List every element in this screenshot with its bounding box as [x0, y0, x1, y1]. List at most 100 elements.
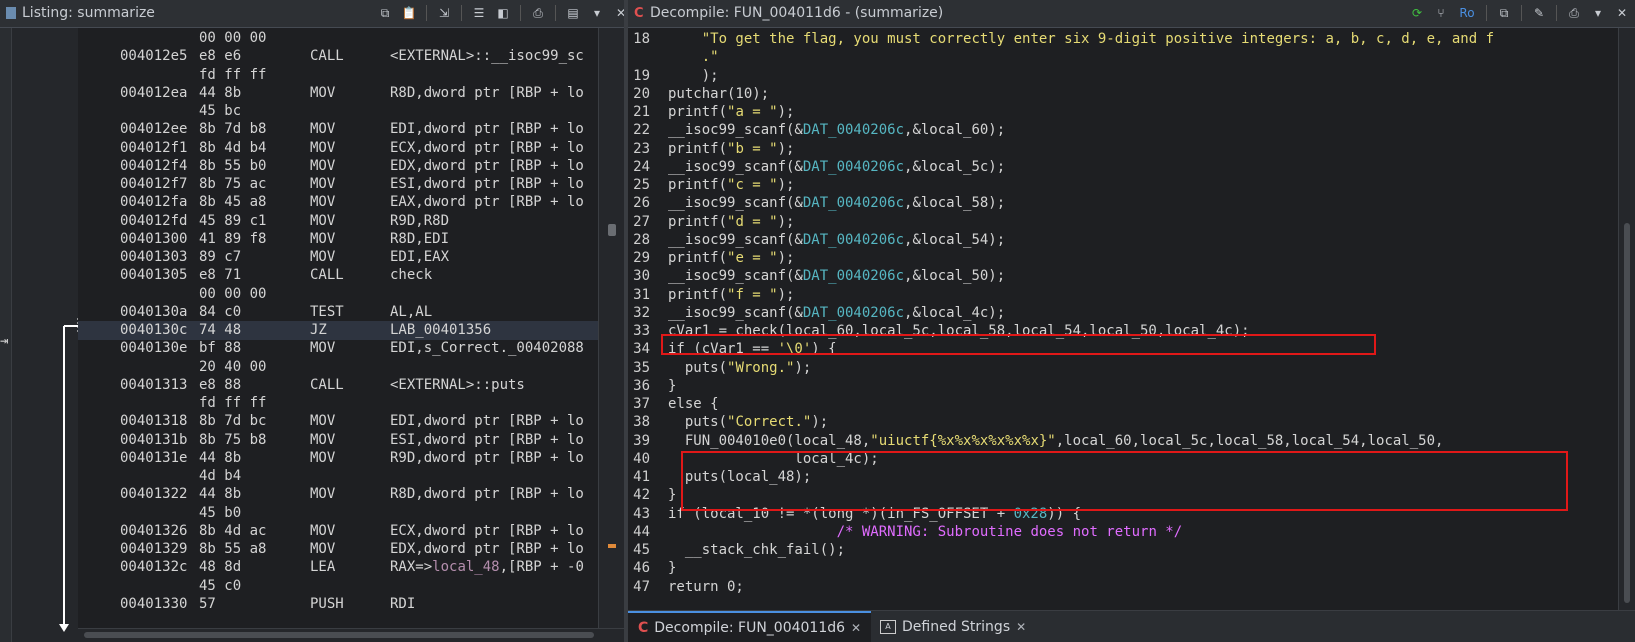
- listing-row[interactable]: 004012f1 8b 4d b4 MOV ECX,dword ptr [RBP + …: [78, 139, 598, 158]
- code-line[interactable]: 40 local_4c);: [628, 450, 1618, 469]
- global-symbol: DAT_0040206c: [802, 195, 905, 212]
- close-icon[interactable]: ✕: [1613, 5, 1631, 21]
- code-line[interactable]: 33 cVar1 = check(local_60,local_5c,local_…: [628, 322, 1618, 341]
- menu-chevron-icon[interactable]: ▾: [588, 5, 606, 21]
- instruction-address: 004012f4: [120, 157, 188, 174]
- paste-icon[interactable]: 📋: [400, 5, 418, 21]
- instruction-bytes: 45 bc: [199, 103, 242, 119]
- decompiler-code-view[interactable]: 18 "To get the flag, you must correctly …: [628, 28, 1618, 610]
- listing-row[interactable]: fd ff ff: [78, 394, 598, 413]
- listing-row[interactable]: 004012e5 e8 e6 CALL <EXTERNAL>::__isoc99_sc: [78, 47, 598, 66]
- code-line[interactable]: 27 printf("d = ");: [628, 213, 1618, 232]
- listing-row[interactable]: 00401329 8b 55 a8 MOV EDX,dword ptr [RBP + …: [78, 540, 598, 559]
- code-line[interactable]: 35 puts("Wrong.");: [628, 359, 1618, 378]
- listing-row[interactable]: 45 c0: [78, 577, 598, 596]
- code-line[interactable]: 23 printf("b = ");: [628, 140, 1618, 159]
- code-line[interactable]: 30 __isoc99_scanf(&DAT_0040206c,&local_50…: [628, 267, 1618, 286]
- line-number: 21: [633, 104, 650, 120]
- listing-row[interactable]: 004012ea 44 8b MOV R8D,dword ptr [RBP + lo: [78, 84, 598, 103]
- instruction-mnemonic: LEA: [310, 559, 336, 576]
- code-line[interactable]: 43 if (local_10 != *(long *)(in_FS_OFFSET…: [628, 505, 1618, 524]
- code-token: ) {: [811, 341, 837, 358]
- listing-row[interactable]: 00401303 89 c7 MOV EDI,EAX: [78, 248, 598, 267]
- listing-row[interactable]: 45 b0: [78, 504, 598, 523]
- listing-row[interactable]: fd ff ff: [78, 66, 598, 85]
- diff-icon[interactable]: ◧: [494, 5, 512, 21]
- listing-view[interactable]: 00 00 00 004012e5 e8 e6 CALL <EXTERNAL>::__i…: [78, 28, 598, 628]
- listing-row[interactable]: 0040130e bf 88 MOV EDI,s_Correct._00402088: [78, 339, 598, 358]
- cursor-icon[interactable]: ⇲: [435, 5, 453, 21]
- listing-row[interactable]: 004012fd 45 89 c1 MOV R9D,R8D: [78, 212, 598, 231]
- listing-row[interactable]: 00401318 8b 7d bc MOV EDI,dword ptr [RBP + …: [78, 412, 598, 431]
- listing-row[interactable]: 0040130c 74 48 JZ LAB_00401356: [78, 321, 598, 340]
- code-line[interactable]: 25 printf("c = ");: [628, 176, 1618, 195]
- instruction-address: 004012e5: [120, 48, 188, 65]
- listing-row[interactable]: 20 40 00: [78, 358, 598, 377]
- listing-row[interactable]: 004012f7 8b 75 ac MOV ESI,dword ptr [RBP + …: [78, 175, 598, 194]
- code-line[interactable]: 28 __isoc99_scanf(&DAT_0040206c,&local_54…: [628, 231, 1618, 250]
- code-line[interactable]: 18 "To get the flag, you must correctly …: [628, 30, 1618, 49]
- listing-row[interactable]: 0040131b 8b 75 b8 MOV ESI,dword ptr [RBP + …: [78, 431, 598, 450]
- listing-row[interactable]: 004012ee 8b 7d b8 MOV EDI,dword ptr [RBP + …: [78, 120, 598, 139]
- line-number: 32: [633, 304, 650, 321]
- code-line[interactable]: 36}: [628, 377, 1618, 396]
- code-line[interactable]: 39 FUN_004010e0(local_48,"uiuctf{%x%x%x%…: [628, 432, 1618, 451]
- code-line[interactable]: 34 if (cVar1 == '\0') {: [628, 340, 1618, 359]
- listing-row[interactable]: 4d b4: [78, 467, 598, 486]
- listing-row[interactable]: 004012f4 8b 55 b0 MOV EDX,dword ptr [RBP + …: [78, 157, 598, 176]
- code-line[interactable]: 41 puts(local_48);: [628, 468, 1618, 487]
- code-token: ,local_60,local_5c,local_58,local_54,loc…: [1055, 432, 1444, 449]
- listing-row[interactable]: 0040131e 44 8b MOV R9D,dword ptr [RBP + lo: [78, 449, 598, 468]
- listing-row[interactable]: 00401313 e8 88 CALL <EXTERNAL>::puts: [78, 376, 598, 395]
- code-line[interactable]: 32 __isoc99_scanf(&DAT_0040206c,&local_4c…: [628, 304, 1618, 323]
- code-line[interactable]: .": [628, 48, 1618, 67]
- code-line[interactable]: 19 );: [628, 67, 1618, 86]
- code-line[interactable]: 46}: [628, 559, 1618, 578]
- listing-row[interactable]: 00 00 00: [78, 29, 598, 48]
- snapshot-icon[interactable]: ⎙: [529, 5, 547, 21]
- rename-label[interactable]: Ro: [1456, 5, 1478, 21]
- snapshot-icon[interactable]: ⎙: [1565, 5, 1583, 21]
- edit-fields-icon[interactable]: ☰: [470, 5, 488, 21]
- listing-row[interactable]: 004012fa 8b 45 a8 MOV EAX,dword ptr [RBP + …: [78, 193, 598, 212]
- code-token: );: [668, 67, 719, 84]
- code-line[interactable]: 20 putchar(10);: [628, 85, 1618, 104]
- listing-row[interactable]: 00 00 00: [78, 285, 598, 304]
- listing-row[interactable]: 00401305 e8 71 CALL check: [78, 266, 598, 285]
- code-line[interactable]: 47 return 0;: [628, 578, 1618, 597]
- copy-icon[interactable]: ⧉: [376, 5, 394, 21]
- code-line[interactable]: 22 __isoc99_scanf(&DAT_0040206c,&local_60…: [628, 121, 1618, 140]
- listing-row[interactable]: 00401330 57 PUSH RDI: [78, 595, 598, 614]
- code-line[interactable]: 45 __stack_chk_fail();: [628, 541, 1618, 560]
- display-options-icon[interactable]: ▤: [564, 5, 582, 21]
- graph-icon[interactable]: ⑂: [1432, 5, 1450, 21]
- code-line[interactable]: 24 __isoc99_scanf(&DAT_0040206c,&local_5c…: [628, 158, 1618, 177]
- decompile-vertical-scrollbar[interactable]: [1618, 28, 1635, 610]
- code-line[interactable]: 31 printf("f = ");: [628, 286, 1618, 305]
- tab-defined-strings[interactable]: A Defined Strings ✕: [870, 611, 1036, 642]
- refresh-icon[interactable]: ⟳: [1408, 5, 1426, 21]
- listing-row[interactable]: 0040130a 84 c0 TEST AL,AL: [78, 303, 598, 322]
- code-line[interactable]: 44 /* WARNING: Subroutine does not retur…: [628, 523, 1618, 542]
- code-line[interactable]: 37 else {: [628, 395, 1618, 414]
- listing-vertical-scrollbar[interactable]: [598, 28, 624, 628]
- tab-decompile[interactable]: C Decompile: FUN_004011d6 ✕: [628, 611, 872, 642]
- instruction-address: 00401322: [120, 486, 188, 503]
- listing-row[interactable]: 0040132c 48 8d LEA RAX=>local_48,[RBP + -0: [78, 558, 598, 577]
- listing-row[interactable]: 45 bc: [78, 102, 598, 121]
- code-text: cVar1 = check(local_60,local_5c,local_58…: [668, 322, 1250, 341]
- code-line[interactable]: 26 __isoc99_scanf(&DAT_0040206c,&local_58…: [628, 194, 1618, 213]
- listing-row[interactable]: 00401322 44 8b MOV R8D,dword ptr [RBP + lo: [78, 485, 598, 504]
- close-icon[interactable]: ✕: [1016, 620, 1026, 634]
- copy-icon[interactable]: ⧉: [1495, 5, 1513, 21]
- code-line[interactable]: 42}: [628, 486, 1618, 505]
- code-line[interactable]: 21 printf("a = ");: [628, 103, 1618, 122]
- listing-horizontal-scrollbar[interactable]: [78, 628, 624, 642]
- edit-signature-icon[interactable]: ✎: [1530, 5, 1548, 21]
- code-line[interactable]: 29 printf("e = ");: [628, 249, 1618, 268]
- close-icon[interactable]: ✕: [851, 621, 861, 635]
- code-line[interactable]: 38 puts("Correct.");: [628, 413, 1618, 432]
- listing-row[interactable]: 00401300 41 89 f8 MOV R8D,EDI: [78, 230, 598, 249]
- menu-chevron-icon[interactable]: ▾: [1589, 5, 1607, 21]
- listing-row[interactable]: 00401326 8b 4d ac MOV ECX,dword ptr [RBP + …: [78, 522, 598, 541]
